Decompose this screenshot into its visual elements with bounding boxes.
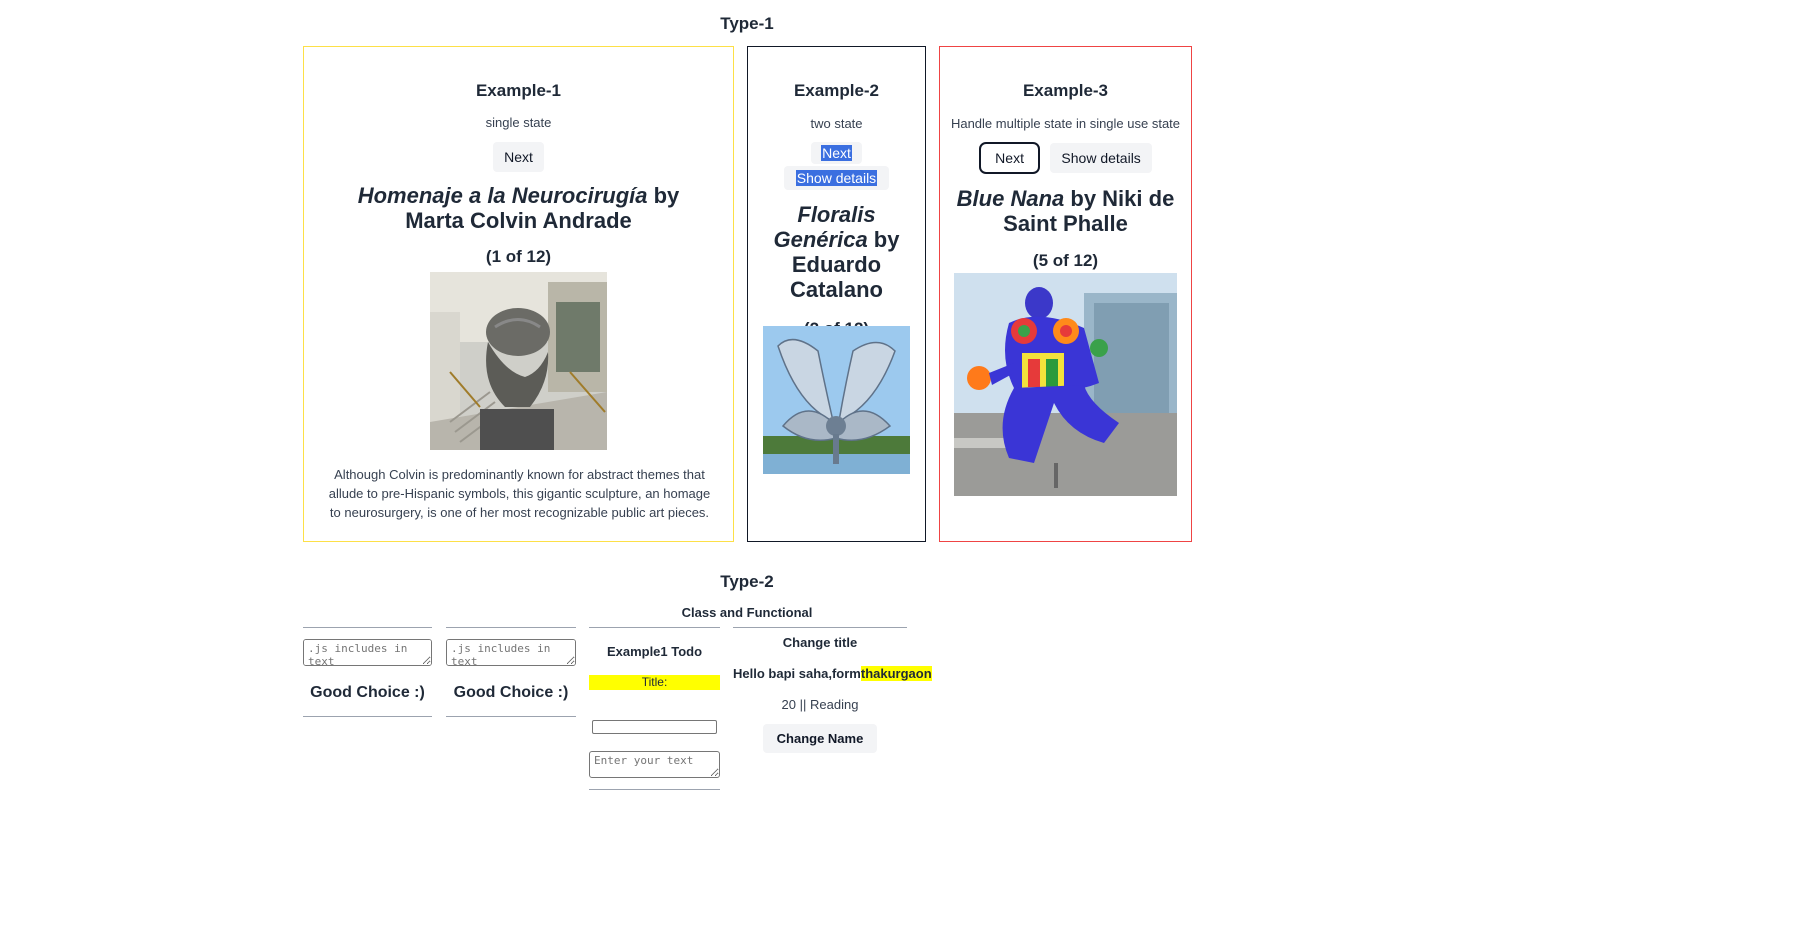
example2-next-label: Next bbox=[821, 145, 852, 161]
metal-flower-sculpture-icon bbox=[763, 326, 910, 474]
example2-card: Example-2 two state Next Show details Fl… bbox=[747, 46, 926, 542]
type2-subheading: Class and Functional bbox=[681, 605, 813, 620]
todo-title: Example1 Todo bbox=[606, 644, 703, 659]
example3-art-name: Blue Nana bbox=[956, 186, 1065, 211]
example1-sculpture-image bbox=[430, 272, 607, 450]
example3-show-details-button[interactable]: Show details bbox=[1050, 143, 1152, 173]
age-value: 20 bbox=[781, 697, 796, 712]
example1-next-button[interactable]: Next bbox=[493, 142, 544, 172]
colorful-nana-sculpture-icon bbox=[954, 273, 1177, 496]
col2-top-divider bbox=[446, 627, 576, 628]
todo-title-label: Title: bbox=[589, 675, 720, 690]
age-hobby-line: 20 || Reading bbox=[733, 697, 907, 712]
todo-title-input[interactable] bbox=[592, 720, 717, 734]
change-top-divider bbox=[733, 627, 907, 628]
example3-subtitle: Handle multiple state in single use stat… bbox=[950, 116, 1181, 131]
example2-next-button[interactable]: Next bbox=[811, 142, 862, 164]
example1-art-name: Homenaje a la Neurocirugía bbox=[357, 183, 648, 208]
example1-subtitle: single state bbox=[485, 115, 552, 130]
example2-sculpture-image bbox=[763, 326, 910, 474]
separator: || bbox=[799, 697, 807, 712]
example2-title: Example-2 bbox=[793, 81, 880, 100]
col2-js-textarea[interactable] bbox=[446, 639, 576, 666]
todo-text-textarea[interactable] bbox=[589, 751, 720, 778]
col1-bottom-divider bbox=[303, 716, 432, 717]
example2-show-details-label: Show details bbox=[795, 170, 878, 186]
example3-title: Example-3 bbox=[1022, 81, 1109, 100]
example1-title: Example-1 bbox=[475, 81, 562, 100]
greeting-text: Hello bapi saha,formthakurgaon bbox=[733, 666, 932, 681]
todo-bottom-divider bbox=[589, 789, 720, 790]
example1-card: Example-1 single state Next Homenaje a l… bbox=[303, 46, 734, 542]
todo-top-divider bbox=[589, 627, 720, 628]
example2-subtitle: two state bbox=[810, 116, 863, 131]
example3-count: (5 of 12) bbox=[1032, 251, 1099, 270]
type1-heading: Type-1 bbox=[720, 14, 774, 33]
col1-good-choice-message: Good Choice :) bbox=[310, 684, 425, 701]
example1-art-title: Homenaje a la Neurocirugía by Marta Colv… bbox=[334, 183, 703, 233]
col1-top-divider bbox=[303, 627, 432, 628]
example3-art-title: Blue Nana by Niki de Saint Phalle bbox=[954, 186, 1177, 236]
greeting-place: thakurgaon bbox=[860, 666, 932, 681]
example3-card: Example-3 Handle multiple state in singl… bbox=[939, 46, 1192, 542]
type2-heading: Type-2 bbox=[720, 572, 774, 591]
sculpture-hands-brain-icon bbox=[430, 272, 607, 450]
hobby-value: Reading bbox=[810, 697, 859, 712]
change-name-button[interactable]: Change Name bbox=[762, 724, 878, 753]
greeting-prefix: Hello bapi saha,form bbox=[733, 666, 861, 681]
col2-bottom-divider bbox=[446, 716, 576, 717]
example1-count: (1 of 12) bbox=[485, 247, 552, 266]
example3-sculpture-image bbox=[954, 273, 1177, 496]
example2-show-details-button[interactable]: Show details bbox=[783, 166, 890, 190]
example2-art-title: Floralis Genérica by Eduardo Catalano bbox=[754, 202, 919, 302]
example2-art-name: Floralis Genérica bbox=[773, 202, 876, 252]
col2-good-choice-message: Good Choice :) bbox=[453, 684, 569, 701]
example1-description: Although Colvin is predominantly known f… bbox=[328, 467, 711, 520]
change-title: Change title bbox=[782, 635, 858, 650]
col1-js-textarea[interactable] bbox=[303, 639, 432, 666]
example3-next-button[interactable]: Next bbox=[979, 142, 1040, 174]
